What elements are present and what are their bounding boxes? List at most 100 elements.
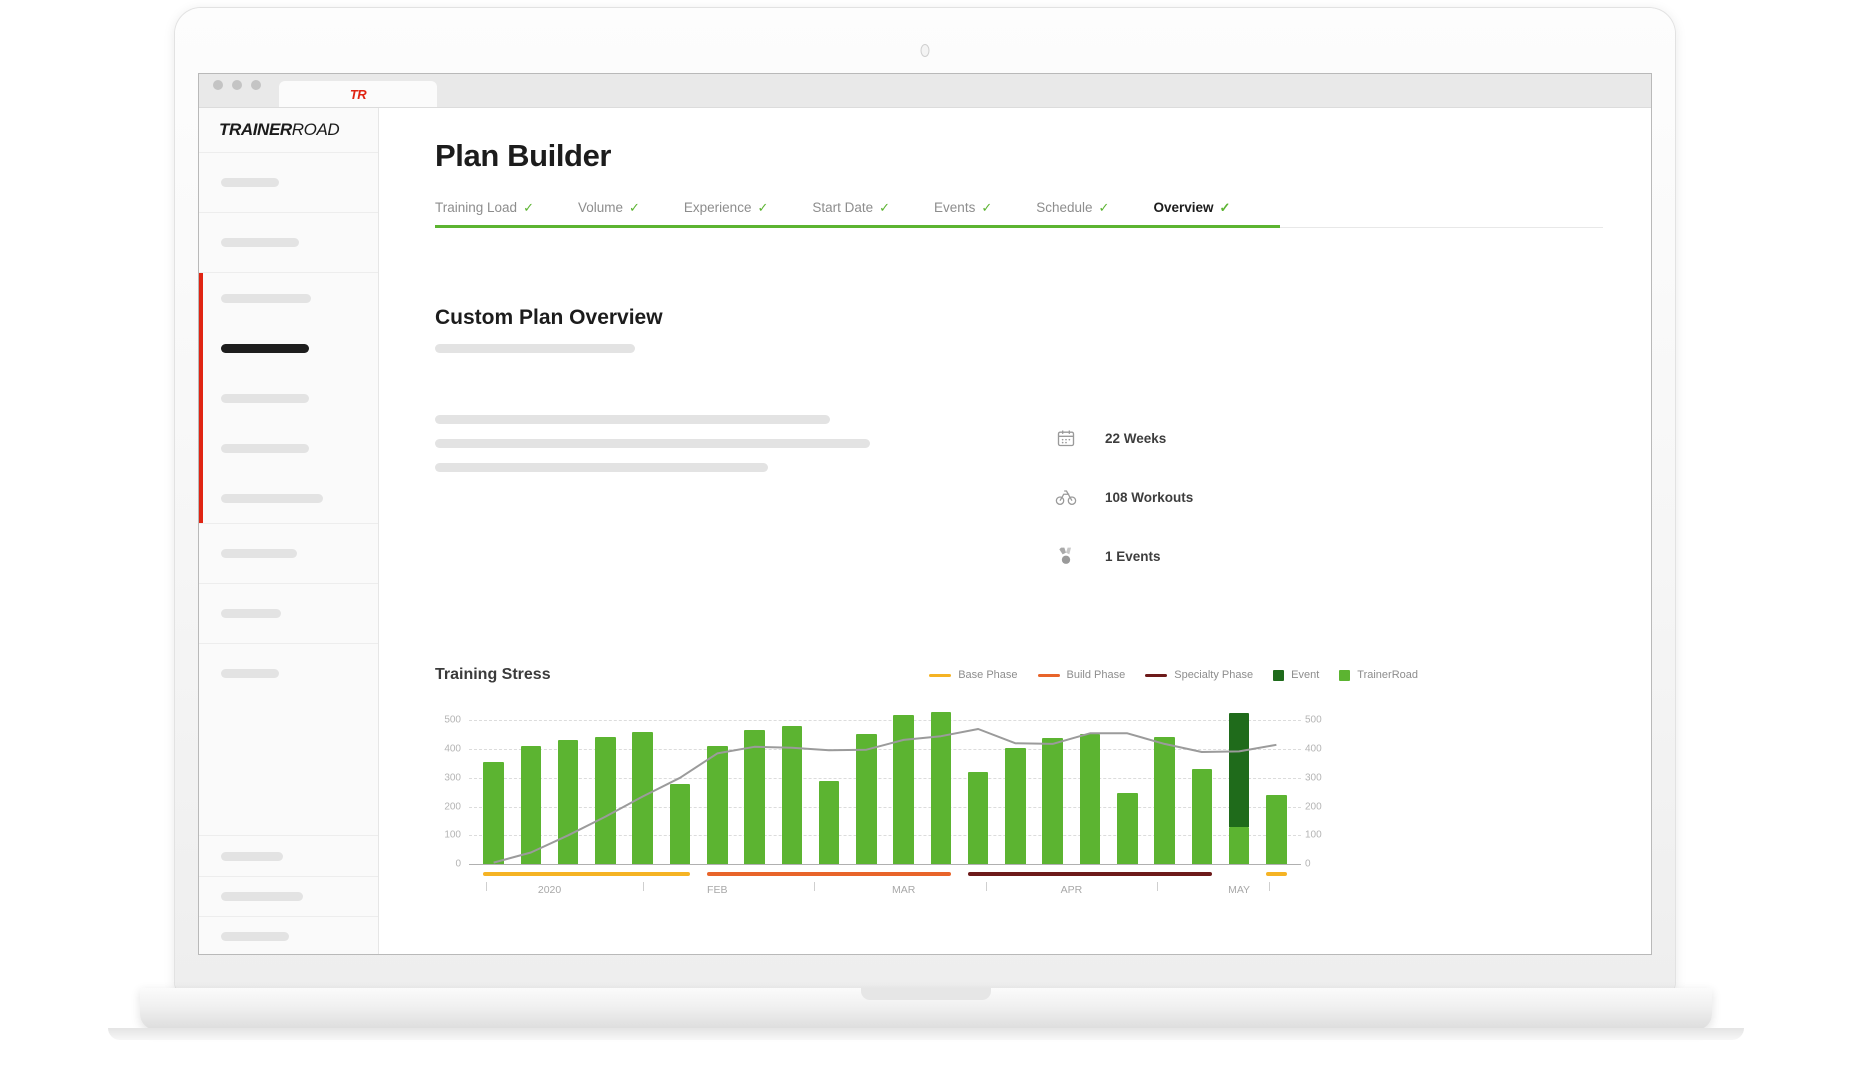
legend-label: Build Phase: [1066, 669, 1126, 681]
sidebar-item-2-2[interactable]: [199, 373, 378, 423]
sidebar-item-3-0[interactable]: [199, 524, 378, 583]
tab-schedule[interactable]: Schedule ✓: [1036, 200, 1109, 215]
sidebar-group-1: [199, 212, 378, 272]
check-icon: ✓: [629, 200, 640, 215]
sidebar-group-2: [199, 272, 378, 523]
browser-tab[interactable]: TR: [279, 81, 437, 107]
y-axis-label-right-400: 400: [1305, 743, 1322, 755]
close-icon[interactable]: [213, 80, 223, 90]
y-axis-label-right-500: 500: [1305, 714, 1322, 726]
stat-row-1: 108 Workouts: [1055, 476, 1193, 518]
paragraph-line-placeholder-1: [435, 439, 870, 448]
wizard-steps: Training Load ✓ Volume ✓ Experience ✓ Start Da…: [435, 200, 1603, 228]
legend-label: Event: [1291, 669, 1320, 681]
legend-item-specialty-phase[interactable]: Specialty Phase: [1145, 669, 1253, 681]
x-axis-tick-1: [642, 882, 644, 891]
sidebar-bottom-item-1[interactable]: [199, 876, 378, 916]
legend-item-event[interactable]: Event: [1273, 669, 1319, 681]
sidebar-item-2-4[interactable]: [199, 473, 378, 523]
sidebar-item-label-placeholder: [221, 393, 309, 403]
paragraph-line-placeholder-0: [435, 415, 830, 424]
maximize-icon[interactable]: [251, 80, 261, 90]
gridline-0: [469, 864, 1301, 865]
tab-volume[interactable]: Volume ✓: [578, 200, 640, 215]
tab-training-load[interactable]: Training Load ✓: [435, 200, 534, 215]
chart-title: Training Stress: [435, 666, 551, 683]
step-label: Start Date: [812, 200, 874, 215]
screenshot-stage: TR TRAINERROAD Plan Builder Training Loa…: [0, 0, 1852, 1077]
x-axis-label-may: MAY: [1228, 884, 1251, 896]
sidebar-nav: [199, 152, 378, 954]
laptop-foot: [108, 1028, 1744, 1040]
stat-label: 108 Workouts: [1105, 489, 1194, 505]
sidebar-item-label-placeholder: [221, 892, 303, 901]
brand-logo[interactable]: TRAINERROAD: [199, 108, 378, 152]
sidebar-item-5-0[interactable]: [199, 644, 378, 703]
minimize-icon[interactable]: [232, 80, 242, 90]
tab-start-date[interactable]: Start Date ✓: [812, 200, 890, 215]
x-axis-tick-3: [985, 882, 987, 891]
tab-experience[interactable]: Experience ✓: [684, 200, 768, 215]
check-icon: ✓: [1098, 200, 1110, 215]
brand-name-bold: TRAINER: [219, 120, 292, 139]
legend-label: Base Phase: [958, 669, 1018, 681]
sidebar: TRAINERROAD: [199, 108, 379, 954]
legend-item-trainerroad[interactable]: TrainerRoad: [1339, 669, 1418, 681]
phase-bar-specialty-phase-2: [967, 872, 1213, 876]
sidebar-item-label-placeholder: [221, 443, 309, 453]
sidebar-item-1-0[interactable]: [199, 213, 378, 272]
page-title: Plan Builder: [435, 138, 612, 173]
bicycle-icon: [1055, 486, 1077, 508]
main-content: Plan Builder Training Load ✓ Volume ✓ Experi…: [379, 108, 1651, 954]
phase-bar-base-phase-3: [1266, 872, 1287, 876]
legend-label: TrainerRoad: [1357, 669, 1418, 681]
sidebar-item-label-active: [221, 343, 309, 353]
sidebar-item-2-0[interactable]: [199, 273, 378, 323]
sidebar-item-2-3[interactable]: [199, 423, 378, 473]
phase-bar-build-phase-1: [707, 872, 952, 876]
tab-overview[interactable]: Overview ✓: [1153, 200, 1230, 215]
app-viewport: TRAINERROAD Plan Builder Training Load ✓ V…: [199, 108, 1651, 954]
sidebar-item-label-placeholder: [221, 609, 281, 618]
medal-icon: [1055, 545, 1077, 567]
legend-swatch: [1037, 673, 1060, 677]
sidebar-bottom-item-2[interactable]: [199, 916, 378, 954]
check-icon: ✓: [523, 200, 534, 215]
x-axis-tick-last: [1268, 882, 1270, 891]
sidebar-item-2-1[interactable]: [199, 323, 378, 373]
y-axis-label-left-0: 0: [455, 858, 461, 870]
section-title: Custom Plan Overview: [435, 306, 663, 329]
training-stress-chart: Training Stress Base Phase Build Phase Spe…: [435, 666, 1603, 896]
check-icon: ✓: [981, 200, 993, 215]
x-axis-label-feb: FEB: [707, 884, 728, 896]
brand-name-light: ROAD: [291, 120, 340, 139]
tab-events[interactable]: Events ✓: [934, 200, 992, 215]
legend-swatch: [1339, 669, 1351, 681]
window-controls[interactable]: [213, 74, 261, 107]
step-label: Events: [934, 200, 976, 215]
y-axis-label-left-400: 400: [444, 743, 461, 755]
sidebar-item-label-placeholder: [221, 493, 323, 503]
sidebar-item-0-0[interactable]: [199, 153, 378, 212]
paragraph-line-placeholder-2: [435, 463, 768, 472]
step-label: Training Load: [435, 200, 518, 215]
sidebar-bottom-item-0[interactable]: [199, 836, 378, 876]
step-label: Schedule: [1036, 200, 1093, 215]
sidebar-group-5: [199, 643, 378, 703]
webcam-icon: [920, 44, 930, 57]
y-axis-label-right-300: 300: [1305, 772, 1322, 784]
sidebar-item-label-placeholder: [221, 932, 289, 941]
laptop-screen: TR TRAINERROAD Plan Builder Training Loa…: [199, 74, 1651, 954]
sidebar-active-indicator: [199, 273, 203, 523]
legend-swatch: [929, 673, 952, 677]
legend-item-base-phase[interactable]: Base Phase: [929, 669, 1018, 681]
stat-row-2: 1 Events: [1055, 535, 1193, 577]
sidebar-item-label-placeholder: [221, 293, 311, 303]
legend-item-build-phase[interactable]: Build Phase: [1037, 669, 1126, 681]
sidebar-item-4-0[interactable]: [199, 584, 378, 643]
x-axis-label-2020: 2020: [537, 884, 562, 896]
overview-info-row: 22 Weeks 108 Workouts 1 Events: [435, 415, 1603, 594]
bars-container: [475, 706, 1295, 864]
trend-line: [475, 706, 1295, 864]
